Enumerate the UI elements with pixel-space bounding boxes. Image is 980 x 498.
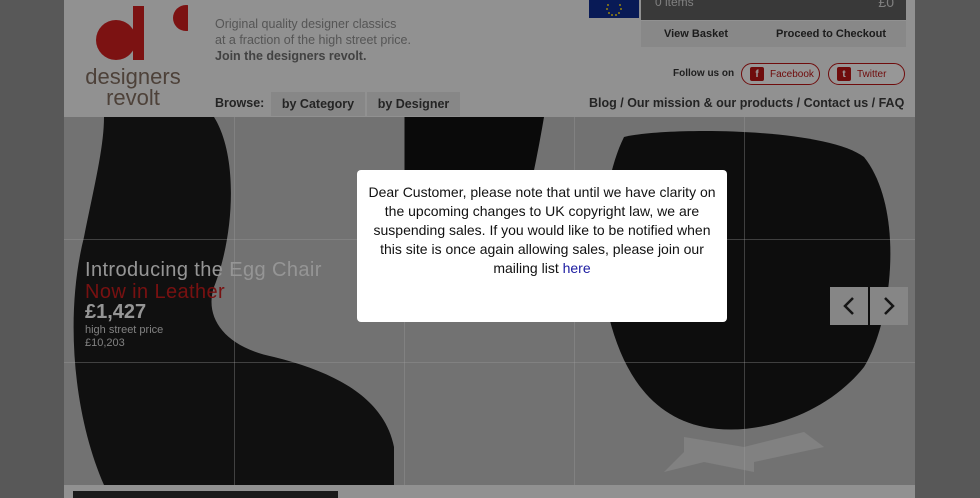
notice-modal: Dear Customer, please note that until we… — [357, 170, 727, 322]
modal-message: Dear Customer, please note that until we… — [368, 184, 716, 276]
mailing-list-link[interactable]: here — [563, 260, 591, 276]
